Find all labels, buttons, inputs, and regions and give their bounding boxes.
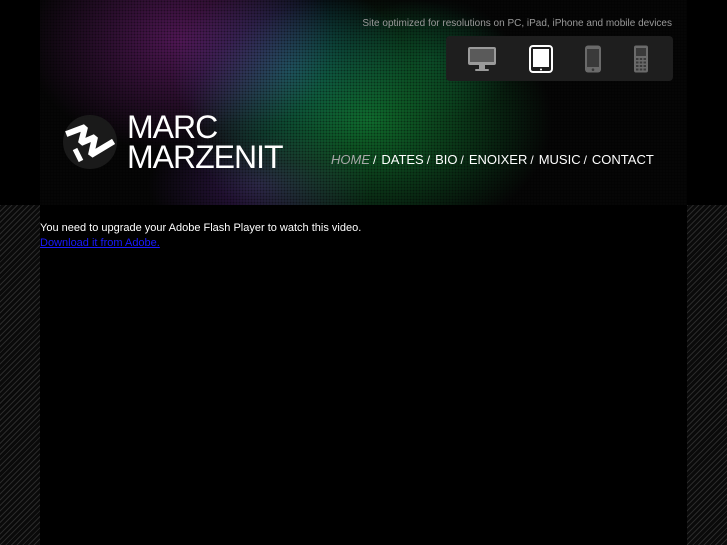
nav-contact[interactable]: CONTACT bbox=[592, 152, 654, 167]
logo-line-marc: MARC bbox=[127, 109, 218, 145]
device-mobile-button[interactable] bbox=[618, 36, 664, 81]
nav-enoixer[interactable]: ENOIXER bbox=[469, 152, 528, 167]
site-logo[interactable]: MARC MARZENIT bbox=[127, 109, 284, 175]
smartphone-icon bbox=[585, 45, 601, 72]
nav-separator: / bbox=[460, 152, 464, 167]
nav-bio[interactable]: BIO bbox=[435, 152, 457, 167]
nav-separator: / bbox=[583, 152, 587, 167]
nav-separator: / bbox=[373, 152, 377, 167]
device-ipad-button[interactable] bbox=[516, 36, 566, 81]
mobile-phone-icon bbox=[634, 45, 648, 72]
nav-dates[interactable]: DATES bbox=[381, 152, 423, 167]
device-selector bbox=[446, 36, 673, 81]
nav-separator: / bbox=[530, 152, 534, 167]
main-nav: HOME / DATES / BIO / ENOIXER / MUSIC / C… bbox=[331, 152, 654, 167]
tablet-icon bbox=[529, 44, 553, 73]
nav-home[interactable]: HOME bbox=[331, 152, 370, 167]
video-area: You need to upgrade your Adobe Flash Pla… bbox=[40, 205, 687, 545]
background-stripes-left bbox=[0, 205, 40, 545]
flash-upgrade-message: You need to upgrade your Adobe Flash Pla… bbox=[40, 222, 362, 234]
logo-line-marzenit: MARZENIT bbox=[127, 139, 284, 175]
background-stripes-right bbox=[687, 205, 727, 545]
download-flash-link[interactable]: Download it from Adobe. bbox=[40, 237, 160, 249]
monitor-icon bbox=[468, 46, 496, 71]
nav-music[interactable]: MUSIC bbox=[539, 152, 581, 167]
nav-separator: / bbox=[426, 152, 431, 167]
device-desktop-button[interactable] bbox=[456, 36, 508, 81]
resolution-notice: Site optimized for resolutions on PC, iP… bbox=[362, 18, 672, 29]
device-iphone-button[interactable] bbox=[570, 36, 616, 81]
logo-icon[interactable] bbox=[61, 113, 119, 171]
